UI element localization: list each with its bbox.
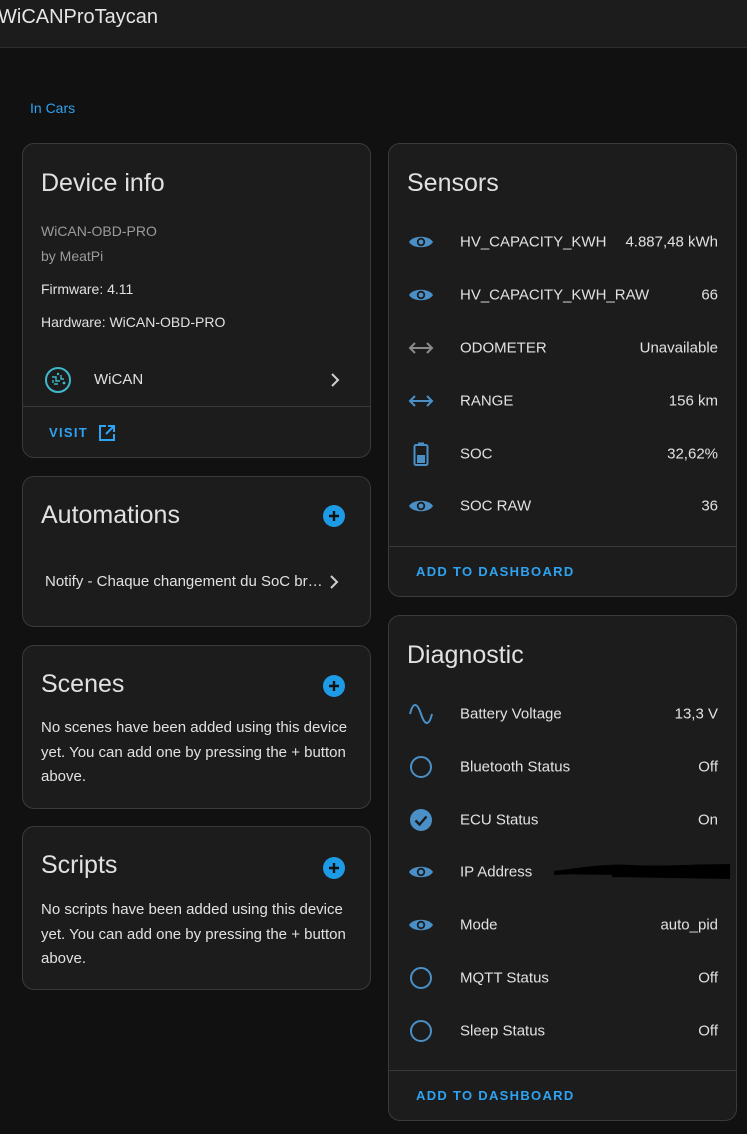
sensors-divider xyxy=(389,546,736,547)
diagnostic-name: Sleep Status xyxy=(460,1022,546,1039)
sine-wave-icon xyxy=(407,700,435,728)
diagnostic-name: MQTT Status xyxy=(460,969,549,986)
diagnostic-value: On xyxy=(697,811,718,828)
diagnostic-title: Diagnostic xyxy=(407,641,524,669)
sensor-row-soc[interactable]: SOC 32,62% xyxy=(389,427,736,480)
scripts-title: Scripts xyxy=(41,851,118,879)
diagnostic-row-battery-voltage[interactable]: Battery Voltage 13,3 V xyxy=(389,687,736,740)
eye-icon xyxy=(407,858,435,886)
page-title: WiCANProTaycan xyxy=(0,6,159,28)
diagnostic-row-mqtt-status[interactable]: MQTT Status Off xyxy=(389,951,736,1004)
sensor-name: SOC xyxy=(460,445,493,462)
diagnostic-value: Off xyxy=(698,969,718,986)
eye-icon xyxy=(407,281,435,309)
arrow-left-right-icon xyxy=(407,334,435,362)
sensor-row-hv-capacity-kwh[interactable]: HV_CAPACITY_KWH 4.887,48 kWh xyxy=(389,215,736,268)
sensor-row-soc-raw[interactable]: SOC RAW 36 xyxy=(389,479,736,532)
sensor-row-odometer[interactable]: ODOMETER Unavailable xyxy=(389,321,736,374)
open-in-new-icon xyxy=(97,423,117,448)
diagnostic-name: IP Address xyxy=(460,863,533,880)
automations-title: Automations xyxy=(41,501,180,529)
chevron-right-icon xyxy=(327,573,341,596)
device-info-card: Device info WiCAN-OBD-PRO by MeatPi Firm… xyxy=(22,143,371,458)
scenes-card: Scenes No scenes have been added using t… xyxy=(22,645,371,809)
diagnostic-row-ip-address[interactable]: IP Address xyxy=(389,845,736,898)
device-model: WiCAN-OBD-PRO xyxy=(41,223,157,239)
top-app-bar: WiCANProTaycan xyxy=(0,0,747,48)
diagnostic-card: Diagnostic Battery Voltage 13,3 V Blueto… xyxy=(388,615,737,1121)
battery-icon xyxy=(407,440,435,468)
diagnostic-row-ecu-status[interactable]: ECU Status On xyxy=(389,793,736,846)
sensor-name: HV_CAPACITY_KWH xyxy=(460,233,607,250)
sensor-value: 66 xyxy=(701,286,718,303)
diagnostic-value: auto_pid xyxy=(660,916,718,933)
sensor-name: ODOMETER xyxy=(460,339,547,356)
circle-outline-icon xyxy=(407,753,435,781)
sensor-value: 4.887,48 kWh xyxy=(625,233,718,250)
sensor-name: SOC RAW xyxy=(460,497,532,514)
scripts-empty-text: No scripts have been added using this de… xyxy=(41,901,346,967)
device-info-divider xyxy=(23,406,370,407)
diagnostic-name: Mode xyxy=(460,916,498,933)
add-script-button[interactable] xyxy=(323,857,345,879)
sensor-row-range[interactable]: RANGE 156 km xyxy=(389,374,736,427)
diagnostic-divider xyxy=(389,1070,736,1071)
eye-icon xyxy=(407,228,435,256)
scripts-card: Scripts No scripts have been added using… xyxy=(22,826,371,990)
sensor-name: HV_CAPACITY_KWH_RAW xyxy=(460,286,650,303)
diagnostic-value: Off xyxy=(698,1022,718,1039)
diagnostic-row-mode[interactable]: Mode auto_pid xyxy=(389,898,736,951)
circle-outline-icon xyxy=(407,1017,435,1045)
integration-row[interactable]: WiCAN xyxy=(23,356,370,406)
scenes-title: Scenes xyxy=(41,670,125,698)
diagnostic-add-to-dashboard-button[interactable]: ADD TO DASHBOARD xyxy=(416,1088,575,1103)
area-link[interactable]: In Cars xyxy=(30,100,75,116)
check-circle-icon xyxy=(407,806,435,834)
add-scene-button[interactable] xyxy=(323,675,345,697)
sensor-value: Unavailable xyxy=(639,339,718,356)
diagnostic-value: Off xyxy=(698,758,718,775)
eye-icon xyxy=(407,911,435,939)
sensor-value: 156 km xyxy=(668,392,718,409)
sensor-value: 32,62% xyxy=(667,445,718,462)
device-hardware: Hardware: WiCAN-OBD-PRO xyxy=(41,314,226,330)
automation-item[interactable]: Notify - Chaque changement du SoC br… xyxy=(23,559,370,599)
sensors-add-to-dashboard-button[interactable]: ADD TO DASHBOARD xyxy=(416,564,575,579)
diagnostic-name: ECU Status xyxy=(460,811,539,828)
device-firmware: Firmware: 4.11 xyxy=(41,281,134,297)
diagnostic-name: Bluetooth Status xyxy=(460,758,571,775)
arrow-left-right-icon xyxy=(407,387,435,415)
diagnostic-row-sleep-status[interactable]: Sleep Status Off xyxy=(389,1004,736,1057)
automation-item-label: Notify - Chaque changement du SoC br… xyxy=(45,573,323,590)
sensor-name: RANGE xyxy=(460,392,514,409)
circle-outline-icon xyxy=(407,964,435,992)
diagnostic-value: 13,3 V xyxy=(674,705,718,722)
sensor-row-hv-capacity-kwh-raw[interactable]: HV_CAPACITY_KWH_RAW 66 xyxy=(389,268,736,321)
scenes-empty-text: No scenes have been added using this dev… xyxy=(41,719,348,785)
device-manufacturer: by MeatPi xyxy=(41,248,104,264)
sensors-title: Sensors xyxy=(407,169,499,197)
device-info-title: Device info xyxy=(41,169,165,197)
sensors-card: Sensors HV_CAPACITY_KWH 4.887,48 kWh HV_… xyxy=(388,143,737,597)
chevron-right-icon xyxy=(328,371,342,394)
visit-label: VISIT xyxy=(49,425,89,440)
diagnostic-row-bluetooth-status[interactable]: Bluetooth Status Off xyxy=(389,740,736,793)
integration-name: WiCAN xyxy=(94,371,144,388)
automations-card: Automations Notify - Chaque changement d… xyxy=(22,476,371,627)
wican-logo-icon xyxy=(44,366,72,394)
eye-icon xyxy=(407,492,435,520)
redacted-value xyxy=(552,861,732,883)
sensor-value: 36 xyxy=(701,497,718,514)
add-automation-button[interactable] xyxy=(323,505,345,527)
diagnostic-name: Battery Voltage xyxy=(460,705,562,722)
